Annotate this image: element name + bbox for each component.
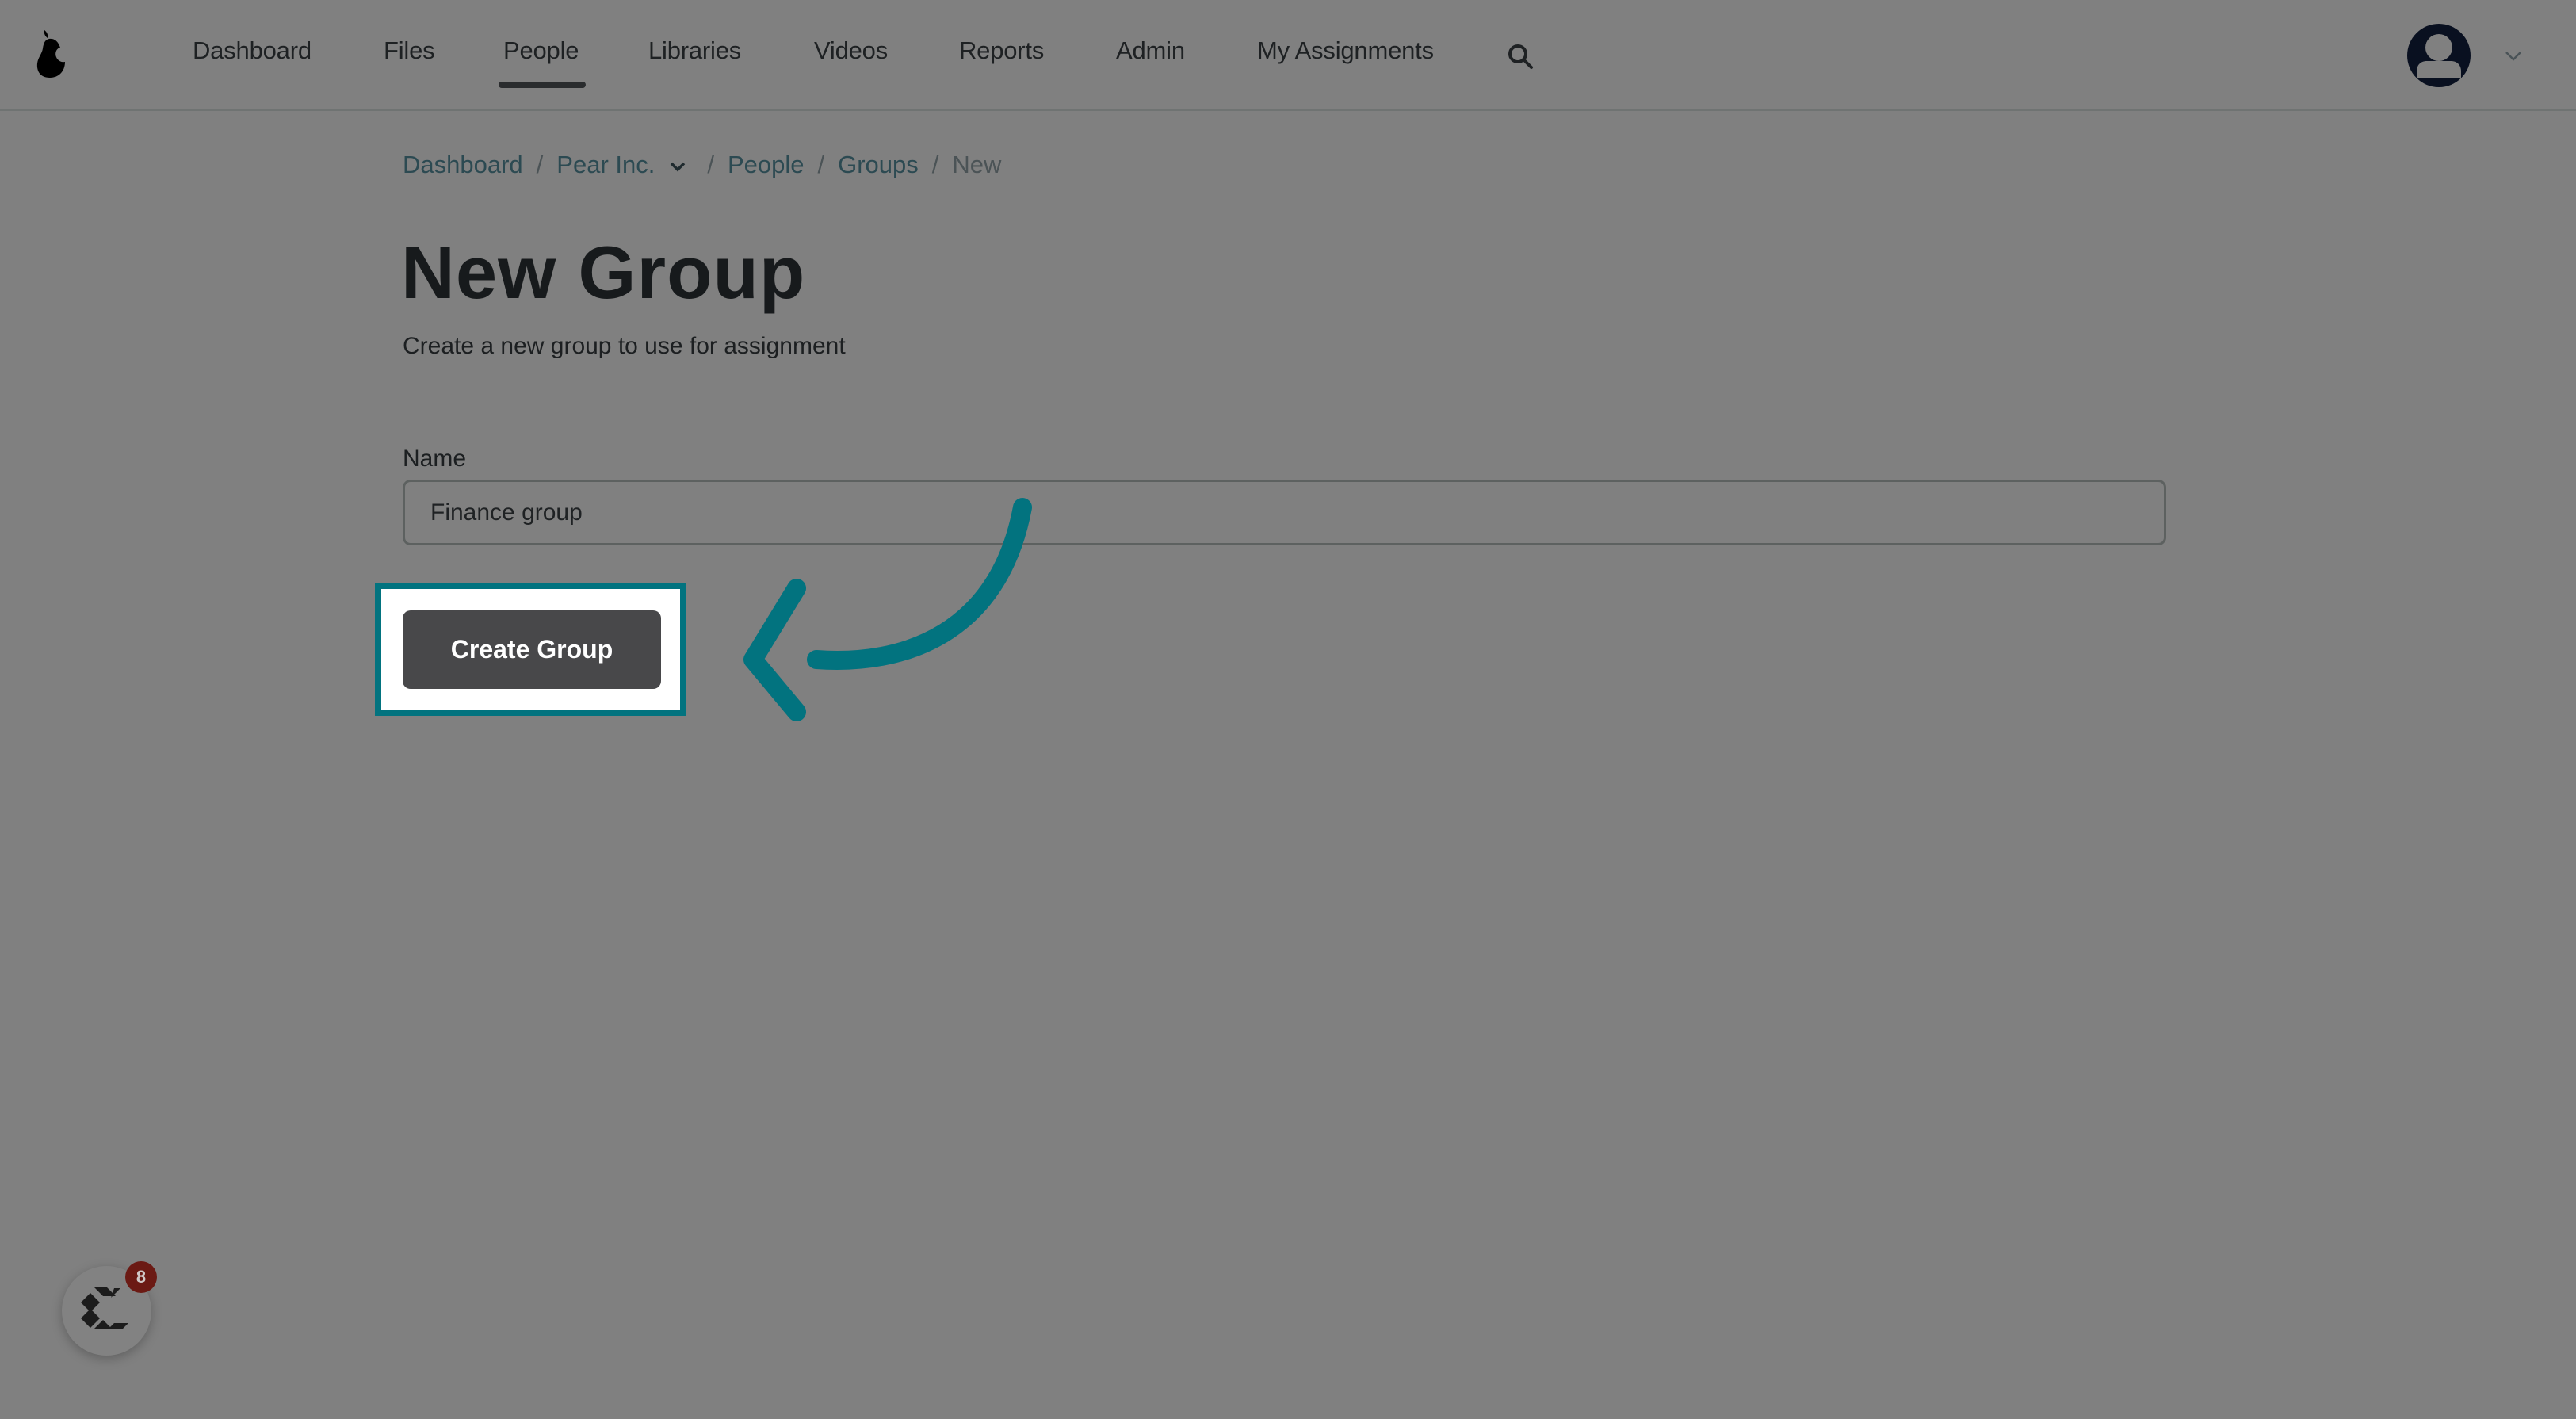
name-field-label: Name [403,446,467,472]
nav-item-my-assignments[interactable]: My Assignments [1257,36,1434,65]
breadcrumb-dashboard[interactable]: Dashboard [403,151,523,178]
create-group-button[interactable]: Create Group [403,610,661,689]
breadcrumb-people[interactable]: People [728,151,805,178]
page-title: New Group [401,231,806,314]
chevron-down-icon[interactable] [669,161,686,172]
breadcrumb-separator: / [931,151,939,178]
user-avatar-icon[interactable] [2407,24,2471,87]
nav-item-videos[interactable]: Videos [814,36,888,65]
breadcrumb-separator: / [707,151,714,178]
breadcrumb-groups[interactable]: Groups [838,151,919,178]
nav-item-admin[interactable]: Admin [1116,36,1185,65]
breadcrumb-separator: / [536,151,544,178]
search-icon[interactable] [1506,42,1536,72]
notification-badge: 8 [125,1261,157,1293]
group-name-input[interactable] [403,480,2166,545]
active-nav-indicator [499,82,586,88]
tutorial-arrow-icon [743,498,1032,721]
breadcrumb: Dashboard / Pear Inc. / People / Groups / New [403,151,1001,179]
chevron-down-icon[interactable] [2505,51,2522,62]
nav-item-dashboard[interactable]: Dashboard [193,36,311,65]
breadcrumb-separator: / [817,151,825,178]
top-nav-bar: Dashboard Files People Libraries Videos … [0,0,2576,111]
chat-logo-icon [81,1287,128,1329]
nav-item-files[interactable]: Files [384,36,435,65]
pear-logo-icon[interactable] [30,27,71,81]
breadcrumb-organization[interactable]: Pear Inc. [556,151,655,178]
page-subtitle: Create a new group to use for assignment [403,333,846,359]
nav-item-people[interactable]: People [503,36,579,65]
breadcrumb-current: New [952,151,1002,178]
nav-item-reports[interactable]: Reports [959,36,1044,65]
nav-item-libraries[interactable]: Libraries [648,36,741,65]
